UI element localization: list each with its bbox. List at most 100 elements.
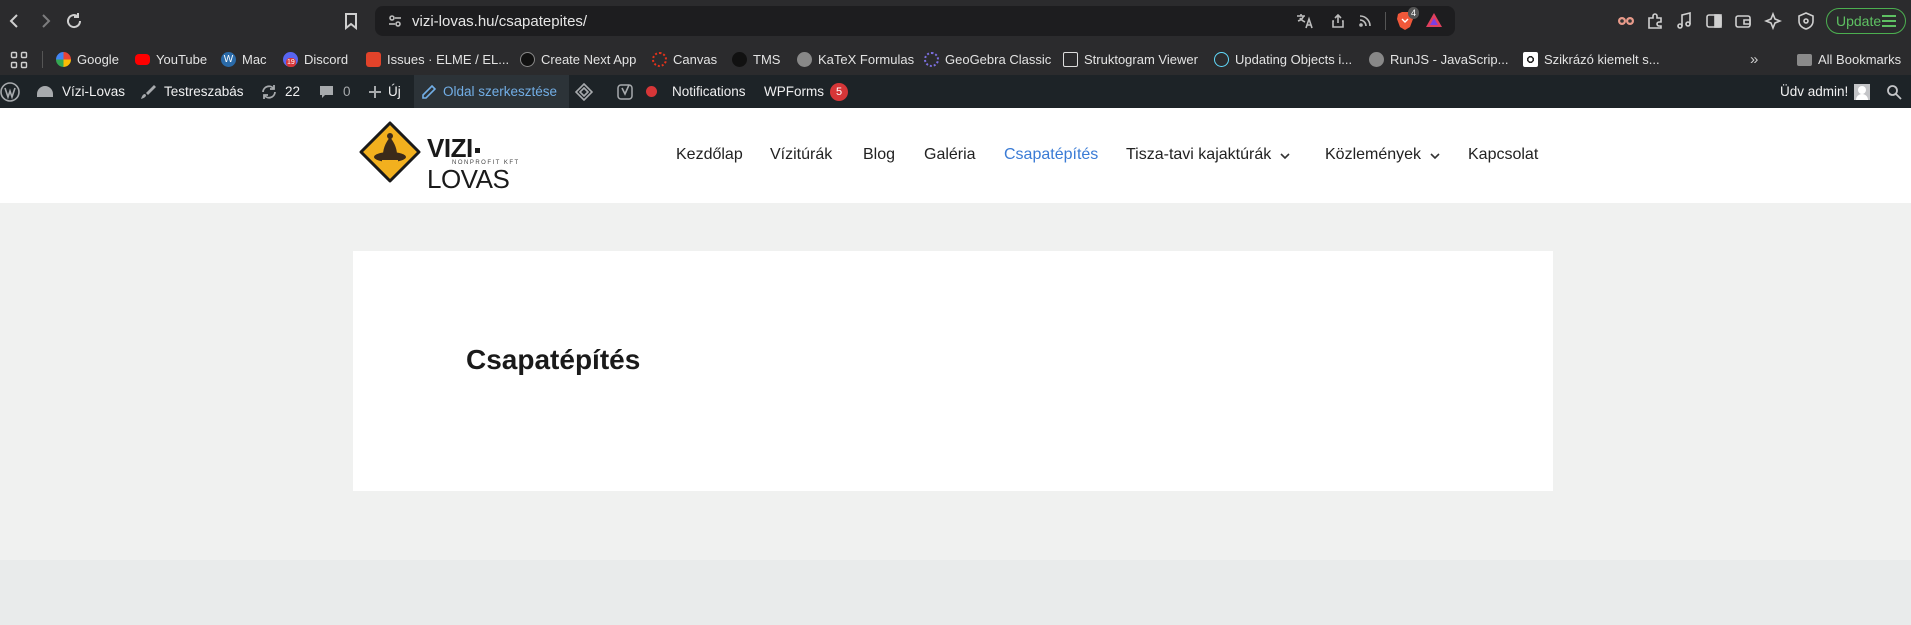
address-bar[interactable]: vizi-lovas.hu/csapatepites/ 4 [375, 6, 1455, 36]
nextjs-icon [520, 52, 535, 67]
bookmark-youtube[interactable]: YouTube [135, 51, 207, 68]
update-label: Update [1836, 13, 1882, 29]
bookmark-issues[interactable]: Issues · ELME / EL... [366, 51, 509, 68]
wallet-icon[interactable] [1732, 10, 1754, 32]
nav-item-csapatepites[interactable]: Csapatépítés [1004, 146, 1098, 164]
bookmark-struktogram[interactable]: Struktogram Viewer [1063, 51, 1198, 68]
nav-item-label: Tisza-tavi kajaktúrák [1126, 146, 1272, 163]
bookmark-tms[interactable]: TMS [732, 51, 780, 68]
admin-wpforms[interactable]: WPForms 5 [764, 75, 848, 108]
url-text[interactable]: vizi-lovas.hu/csapatepites/ [412, 13, 587, 30]
admin-new[interactable]: Új [368, 75, 401, 108]
bookmark-label: TMS [753, 52, 781, 67]
nav-item-tisza-tavi[interactable]: Tisza-tavi kajaktúrák [1126, 146, 1290, 164]
apps-grid-icon[interactable] [10, 51, 28, 68]
site-settings-icon[interactable] [387, 13, 403, 34]
extensions-puzzle-icon[interactable] [1644, 10, 1666, 32]
updates-icon [262, 84, 276, 99]
bookmark-updating-objects[interactable]: Updating Objects i... [1214, 51, 1352, 68]
nav-item-galeria[interactable]: Galéria [924, 146, 976, 164]
brave-rewards-icon[interactable] [1425, 11, 1443, 34]
bookmarks-divider [42, 51, 43, 68]
brush-icon [141, 84, 156, 99]
chevron-right-icon [42, 14, 51, 28]
struktogram-icon [1063, 52, 1078, 67]
bookmark-label: Issues · ELME / EL... [387, 52, 510, 67]
content-area: Csapatépítés [0, 203, 1911, 560]
gitlab-icon [366, 52, 381, 67]
wp-admin-bar: Vízi-Lovas Testreszabás 22 0 Új Oldal sz… [0, 75, 1911, 108]
content-card: Csapatépítés [353, 251, 1553, 491]
logo-subtitle: NONPROFIT KFT [452, 160, 520, 166]
bookmark-button[interactable] [339, 9, 363, 33]
google-icon [56, 52, 71, 67]
rss-icon[interactable] [1357, 13, 1373, 34]
admin-search-icon[interactable] [1886, 75, 1902, 108]
discord-badge: 19 [286, 58, 296, 67]
react-icon [1214, 52, 1229, 67]
admin-site-name[interactable]: Vízi-Lovas [36, 75, 125, 108]
admin-new-label: Új [388, 84, 401, 99]
admin-wpforms-label: WPForms [764, 84, 824, 99]
bookmark-google[interactable]: Google [56, 51, 119, 68]
logo-separator-dot [474, 148, 480, 153]
admin-account[interactable]: Üdv admin! [1780, 75, 1871, 108]
share-icon[interactable] [1330, 13, 1346, 34]
sidebar-toggle-icon[interactable] [1703, 10, 1725, 32]
bookmark-label: Struktogram Viewer [1084, 52, 1198, 67]
discord-icon: 19 [283, 52, 298, 67]
media-music-icon[interactable] [1673, 10, 1695, 32]
bookmark-runjs[interactable]: RunJS - JavaScrip... [1369, 51, 1509, 68]
wp-logo-icon[interactable] [0, 75, 20, 108]
nav-item-kapcsolat[interactable]: Kapcsolat [1468, 146, 1538, 164]
nav-item-kezdolap[interactable]: Kezdőlap [676, 146, 743, 164]
yoast-seo-icon[interactable] [617, 75, 635, 108]
leo-ai-icon[interactable] [1762, 10, 1784, 32]
admin-customize-label: Testreszabás [164, 84, 244, 99]
youtube-icon [135, 54, 150, 65]
bookmark-szikrazo[interactable]: Szikrázó kiemelt s... [1523, 51, 1660, 68]
translate-icon[interactable] [1296, 13, 1314, 34]
nav-item-kozlemenyek[interactable]: Közlemények [1325, 146, 1440, 164]
nav-item-blog[interactable]: Blog [863, 146, 895, 164]
update-button[interactable]: Update [1826, 8, 1906, 34]
admin-comments[interactable]: 0 [319, 75, 351, 108]
nav-item-vizitura[interactable]: Vízitúrák [770, 146, 832, 164]
bookmark-katex[interactable]: KaTeX Formulas [797, 51, 914, 68]
bookmark-label: Updating Objects i... [1235, 52, 1353, 67]
browser-toolbar: vizi-lovas.hu/csapatepites/ 4 Update [0, 0, 1911, 43]
back-button[interactable] [3, 9, 27, 33]
extension-glasses-icon[interactable] [1615, 10, 1637, 32]
bookmark-create-next-app[interactable]: Create Next App [520, 51, 636, 68]
admin-notifications[interactable]: Notifications [672, 75, 746, 108]
admin-updates[interactable]: 22 [261, 75, 300, 108]
szikrazo-icon [1523, 52, 1538, 67]
chevron-down-icon [1430, 146, 1440, 164]
diamond-plugin-icon[interactable] [575, 75, 593, 108]
site-header: VIZILOVAS NONPROFIT KFT Kezdőlap Vízitúr… [0, 108, 1911, 203]
brave-shields-icon[interactable]: 4 [1395, 7, 1420, 37]
menu-icon [1882, 15, 1896, 30]
site-logo[interactable]: VIZILOVAS NONPROFIT KFT [357, 119, 542, 194]
reload-button[interactable] [62, 9, 86, 33]
forward-button[interactable] [33, 9, 57, 33]
avatar [1854, 83, 1871, 100]
admin-edit-page-label: Oldal szerkesztése [443, 84, 558, 99]
bookmark-mac[interactable]: W Mac [221, 51, 267, 68]
bookmark-geogebra[interactable]: GeoGebra Classic [924, 51, 1051, 68]
admin-greeting: Üdv admin! [1780, 84, 1849, 99]
bookmarks-bar: Google YouTube W Mac 19 Discord Issues ·… [0, 43, 1911, 75]
bookmark-label: Google [77, 52, 119, 67]
admin-customize[interactable]: Testreszabás [140, 75, 244, 108]
bookmark-label: Discord [304, 52, 349, 67]
comment-icon [320, 86, 333, 98]
more-bookmarks-icon[interactable]: » [1750, 51, 1758, 68]
bookmark-discord[interactable]: 19 Discord [283, 51, 348, 68]
vpn-shield-icon[interactable] [1795, 10, 1817, 32]
bookmark-canvas[interactable]: Canvas [652, 51, 717, 68]
bookmark-label: Create Next App [541, 52, 637, 67]
admin-edit-page[interactable]: Oldal szerkesztése [414, 75, 570, 108]
all-bookmarks-folder[interactable]: All Bookmarks [1797, 51, 1901, 68]
admin-comments-count: 0 [343, 84, 351, 99]
dashboard-icon [37, 85, 53, 97]
